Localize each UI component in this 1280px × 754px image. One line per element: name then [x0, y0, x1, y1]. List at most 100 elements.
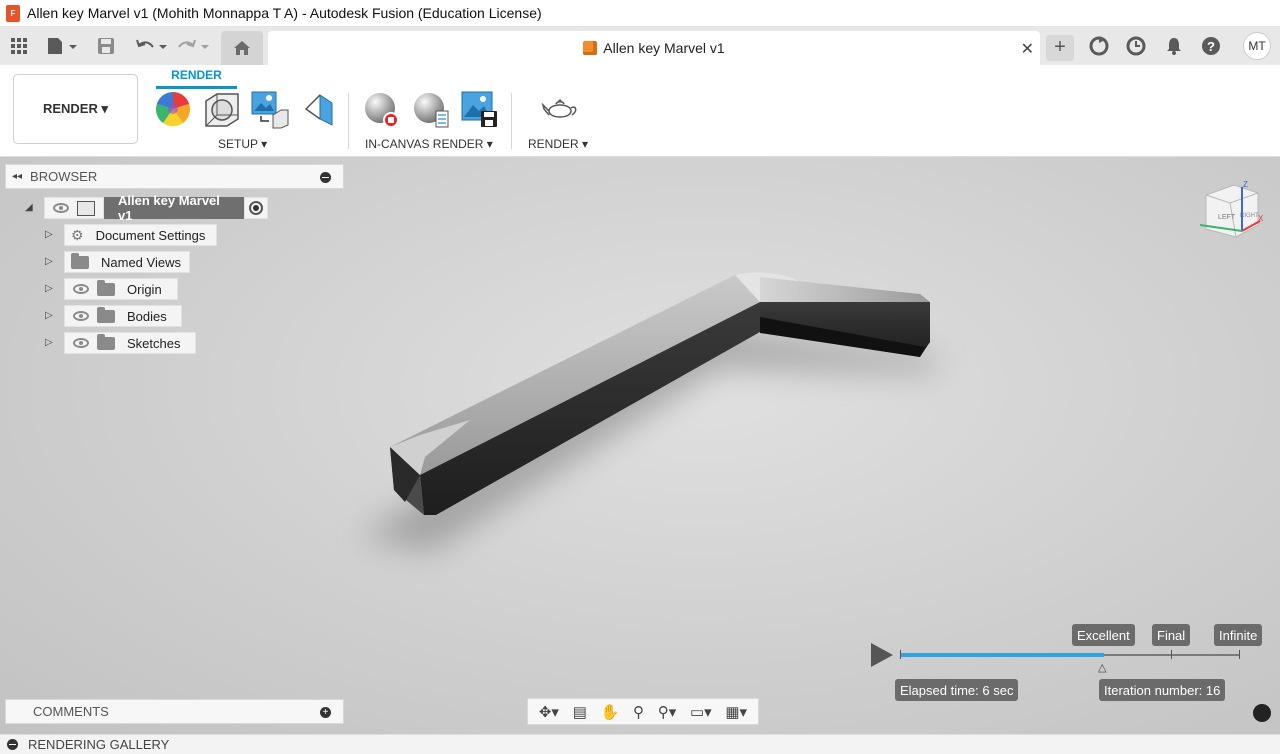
- quality-excellent-button[interactable]: Excellent: [1072, 624, 1135, 646]
- appearance-color-wheel-icon[interactable]: [155, 91, 191, 129]
- node-label: Bodies: [127, 308, 167, 324]
- orbit-icon[interactable]: ✥▾: [539, 703, 559, 721]
- active-tab-underline: [156, 86, 237, 89]
- gear-icon: ⚙: [71, 226, 84, 243]
- new-tab-button[interactable]: +: [1046, 35, 1074, 61]
- minimize-browser-icon[interactable]: [320, 172, 331, 183]
- redo-icon[interactable]: [176, 33, 212, 59]
- tab-bar: Allen key Marvel v1 ✕ + ? MT: [0, 27, 1280, 65]
- browser-node-sketches[interactable]: Sketches: [64, 332, 196, 354]
- in-canvas-render-icon[interactable]: [363, 91, 399, 129]
- notifications-bell-icon[interactable]: [1163, 33, 1185, 59]
- visibility-eye-icon[interactable]: [53, 203, 69, 213]
- in-canvas-render-settings-icon[interactable]: [412, 91, 449, 129]
- visibility-eye-icon[interactable]: [73, 311, 89, 321]
- window-title: Allen key Marvel v1 (Mohith Monnappa T A…: [27, 5, 542, 21]
- grid-settings-icon[interactable]: ▦▾: [725, 703, 747, 721]
- node-label: Origin: [127, 281, 162, 297]
- browser-node-origin[interactable]: Origin: [64, 278, 178, 300]
- expand-bodies-icon[interactable]: ▷: [45, 310, 53, 321]
- expand-named-views-icon[interactable]: ▷: [45, 256, 53, 267]
- node-label: Document Settings: [95, 227, 206, 243]
- save-icon[interactable]: [96, 33, 116, 59]
- browser-root-node[interactable]: Allen key Marvel v1: [44, 193, 268, 223]
- job-status-clock-icon[interactable]: [1125, 33, 1147, 59]
- in-canvas-render-group-label[interactable]: IN-CANVAS RENDER ▾: [365, 137, 493, 151]
- quality-final-button[interactable]: Final: [1152, 624, 1191, 646]
- progress-tick: [1239, 650, 1240, 659]
- browser-node-named-views[interactable]: Named Views: [64, 251, 190, 273]
- look-at-icon[interactable]: ▤: [573, 703, 587, 721]
- component-icon: [77, 200, 95, 216]
- browser-panel-header[interactable]: ◂◂ BROWSER: [5, 164, 344, 189]
- ribbon-toolbar: RENDER ▾ RENDER SETUP ▾ IN-CANVAS RENDER…: [0, 65, 1280, 157]
- svg-text:?: ?: [1207, 39, 1215, 54]
- apps-grid-icon[interactable]: [8, 33, 30, 59]
- comments-panel[interactable]: COMMENTS +: [5, 699, 344, 724]
- component-cube-icon: [583, 41, 598, 55]
- folder-icon: [97, 279, 115, 296]
- browser-node-bodies[interactable]: Bodies: [64, 305, 182, 327]
- toolbar-separator: [511, 93, 512, 149]
- title-bar: F Allen key Marvel v1 (Mohith Monnappa T…: [0, 0, 1280, 27]
- expand-document-settings-icon[interactable]: ▷: [45, 229, 53, 240]
- progress-tick: [900, 650, 901, 659]
- activate-component-radio[interactable]: [243, 197, 268, 219]
- decal-icon[interactable]: [302, 91, 338, 129]
- viewcube[interactable]: LEFT RIGHT Z X: [1196, 179, 1266, 249]
- home-icon: [234, 41, 250, 55]
- rendering-gallery-label: RENDERING GALLERY: [28, 737, 170, 752]
- setup-group-label[interactable]: SETUP ▾: [218, 137, 267, 151]
- render-group-label[interactable]: RENDER ▾: [528, 137, 588, 151]
- axis-z-label: Z: [1243, 180, 1248, 189]
- progress-marker-icon[interactable]: △: [1098, 661, 1106, 674]
- render-play-icon[interactable]: [871, 643, 893, 667]
- rendering-gallery-bar[interactable]: RENDERING GALLERY: [0, 734, 1280, 754]
- root-component-label[interactable]: Allen key Marvel v1: [104, 193, 244, 223]
- root-collapse-icon[interactable]: ◢: [25, 202, 33, 213]
- expand-sketches-icon[interactable]: ▷: [45, 337, 53, 348]
- visibility-eye-icon[interactable]: [73, 338, 89, 348]
- pan-hand-icon[interactable]: ✋: [601, 703, 620, 721]
- folder-icon: [97, 333, 115, 350]
- user-avatar[interactable]: MT: [1243, 32, 1271, 60]
- document-tab[interactable]: Allen key Marvel v1 ✕: [268, 31, 1040, 65]
- display-settings-icon[interactable]: ▭▾: [690, 703, 712, 721]
- close-tab-icon[interactable]: ✕: [1021, 39, 1034, 59]
- iteration-number-badge: Iteration number: 16: [1099, 679, 1226, 701]
- progress-tick: [1171, 650, 1172, 659]
- browser-title: BROWSER: [30, 169, 98, 184]
- folder-icon: [71, 252, 89, 269]
- quality-infinite-button[interactable]: Infinite: [1214, 624, 1263, 646]
- axis-x-label: X: [1258, 214, 1264, 223]
- comments-label: COMMENTS: [33, 704, 109, 719]
- add-comment-icon[interactable]: +: [320, 707, 331, 718]
- tab-render[interactable]: RENDER: [156, 68, 237, 82]
- fusion-corner-logo-icon: [1253, 704, 1271, 722]
- elapsed-time-badge: Elapsed time: 6 sec: [895, 679, 1019, 701]
- node-label: Named Views: [101, 254, 181, 270]
- help-icon[interactable]: ?: [1200, 33, 1222, 59]
- texture-map-icon[interactable]: [251, 91, 289, 129]
- zoom-icon[interactable]: ⚲: [633, 703, 644, 721]
- fusion-app-icon: F: [6, 4, 20, 22]
- expand-origin-icon[interactable]: ▷: [45, 283, 53, 294]
- home-button[interactable]: [221, 31, 263, 65]
- collapse-browser-icon[interactable]: ◂◂: [12, 171, 22, 182]
- capture-image-icon[interactable]: [461, 91, 497, 129]
- undo-icon[interactable]: [134, 33, 170, 59]
- browser-node-document-settings[interactable]: ⚙ Document Settings: [64, 224, 217, 246]
- document-tab-label: Allen key Marvel v1: [603, 40, 725, 56]
- render-teapot-icon[interactable]: [541, 91, 579, 129]
- workspace-switcher-button[interactable]: RENDER ▾: [13, 74, 138, 144]
- collapse-gallery-icon[interactable]: [7, 739, 18, 750]
- viewcube-left-face[interactable]: LEFT: [1218, 214, 1236, 221]
- file-menu-icon[interactable]: [44, 33, 80, 59]
- sync-icon[interactable]: [1088, 33, 1110, 59]
- visibility-eye-icon[interactable]: [73, 284, 89, 294]
- folder-icon: [97, 306, 115, 323]
- fit-zoom-window-icon[interactable]: ⚲▾: [658, 703, 677, 721]
- node-label: Sketches: [127, 335, 181, 351]
- scene-settings-icon[interactable]: [203, 91, 239, 129]
- render-progress-fill: [900, 653, 1104, 657]
